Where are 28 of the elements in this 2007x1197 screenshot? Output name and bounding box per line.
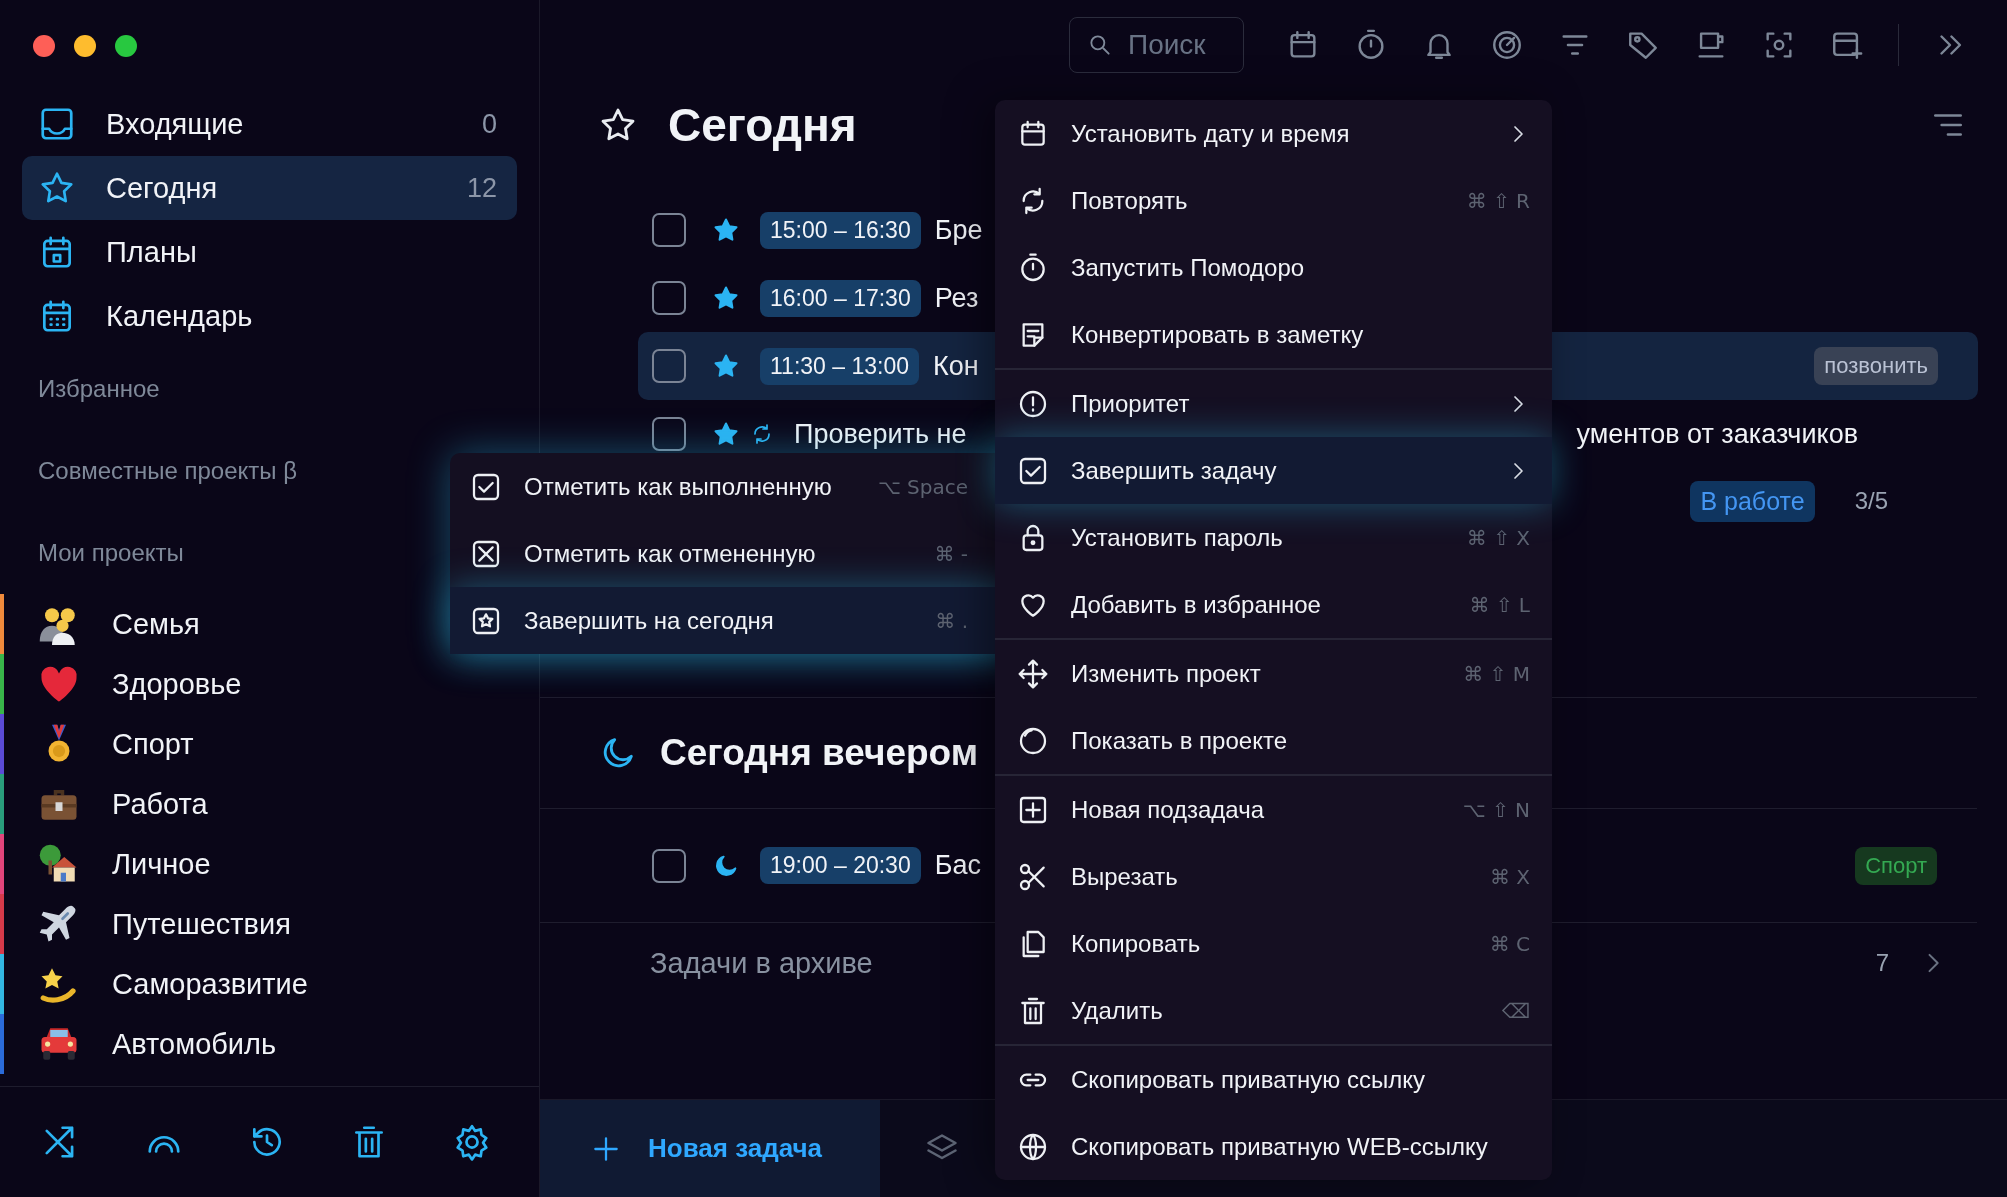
status-tag: В работе [1690, 480, 1815, 522]
time-badge: 19:00 – 20:30 [760, 847, 921, 884]
tag: Спорт [1855, 846, 1937, 885]
task-title: Бас [934, 850, 981, 881]
time-badge: 16:00 – 17:30 [760, 279, 921, 317]
shortcut: ⌘ ⇧ L [1469, 592, 1530, 617]
shortcut: ⌥ Space [877, 474, 968, 499]
task-title: Проверить не [794, 418, 967, 450]
time-badge: 15:00 – 16:30 [760, 211, 921, 249]
page-title: Сегодня [668, 98, 857, 152]
shortcut: ⌘ ⇧ M [1463, 661, 1530, 686]
shortcut: ⌫ [1501, 998, 1530, 1023]
shortcut: ⌘ ⇧ X [1466, 525, 1530, 550]
shortcut: ⌘ - [934, 541, 968, 566]
section-title: Сегодня вечером [660, 732, 979, 774]
shortcut: ⌘ C [1489, 931, 1530, 956]
tag: позвонить [1814, 347, 1938, 385]
subtask-count: 3/5 [1854, 487, 1888, 515]
shortcut: ⌘ . [935, 608, 968, 633]
shortcut: ⌘ X [1489, 864, 1530, 889]
shortcut: ⌥ ⇧ N [1462, 797, 1530, 822]
task-title: Рез [934, 282, 979, 314]
task-title: Бре [934, 214, 983, 246]
shortcut: ⌘ ⇧ R [1466, 188, 1530, 213]
archive-count: 7 [1875, 949, 1889, 977]
time-badge: 11:30 – 13:00 [760, 347, 919, 385]
task-title: Кон [933, 350, 979, 382]
task-title: ументов от заказчиков [1576, 418, 1858, 450]
